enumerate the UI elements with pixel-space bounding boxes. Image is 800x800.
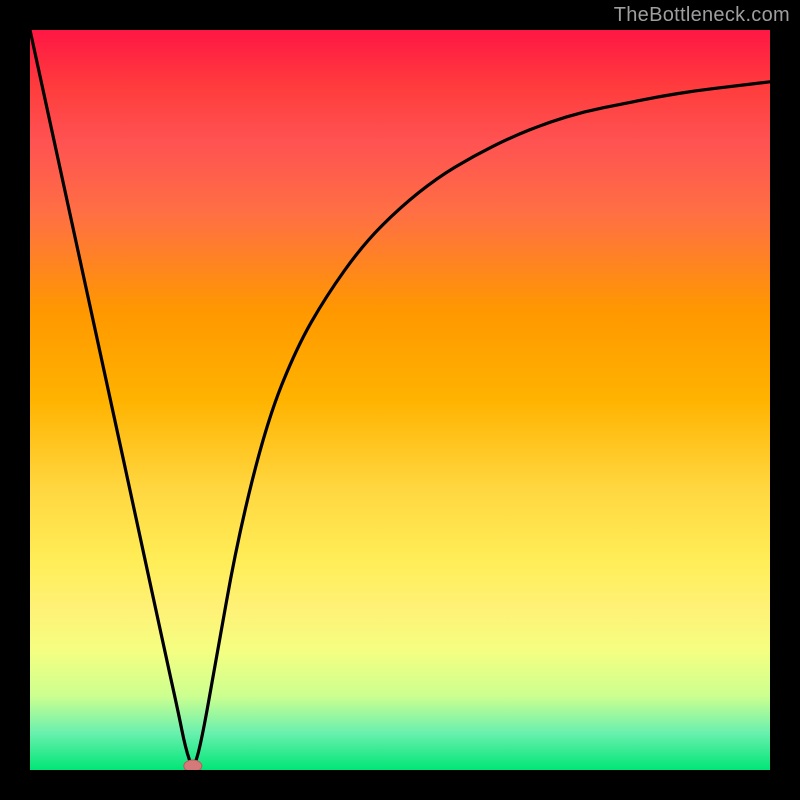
plot-svg <box>30 30 770 770</box>
optimal-marker <box>184 760 202 770</box>
bottleneck-curve <box>30 30 770 764</box>
chart-frame: TheBottleneck.com <box>0 0 800 800</box>
watermark-text: TheBottleneck.com <box>614 4 790 27</box>
plot-area <box>30 30 770 770</box>
